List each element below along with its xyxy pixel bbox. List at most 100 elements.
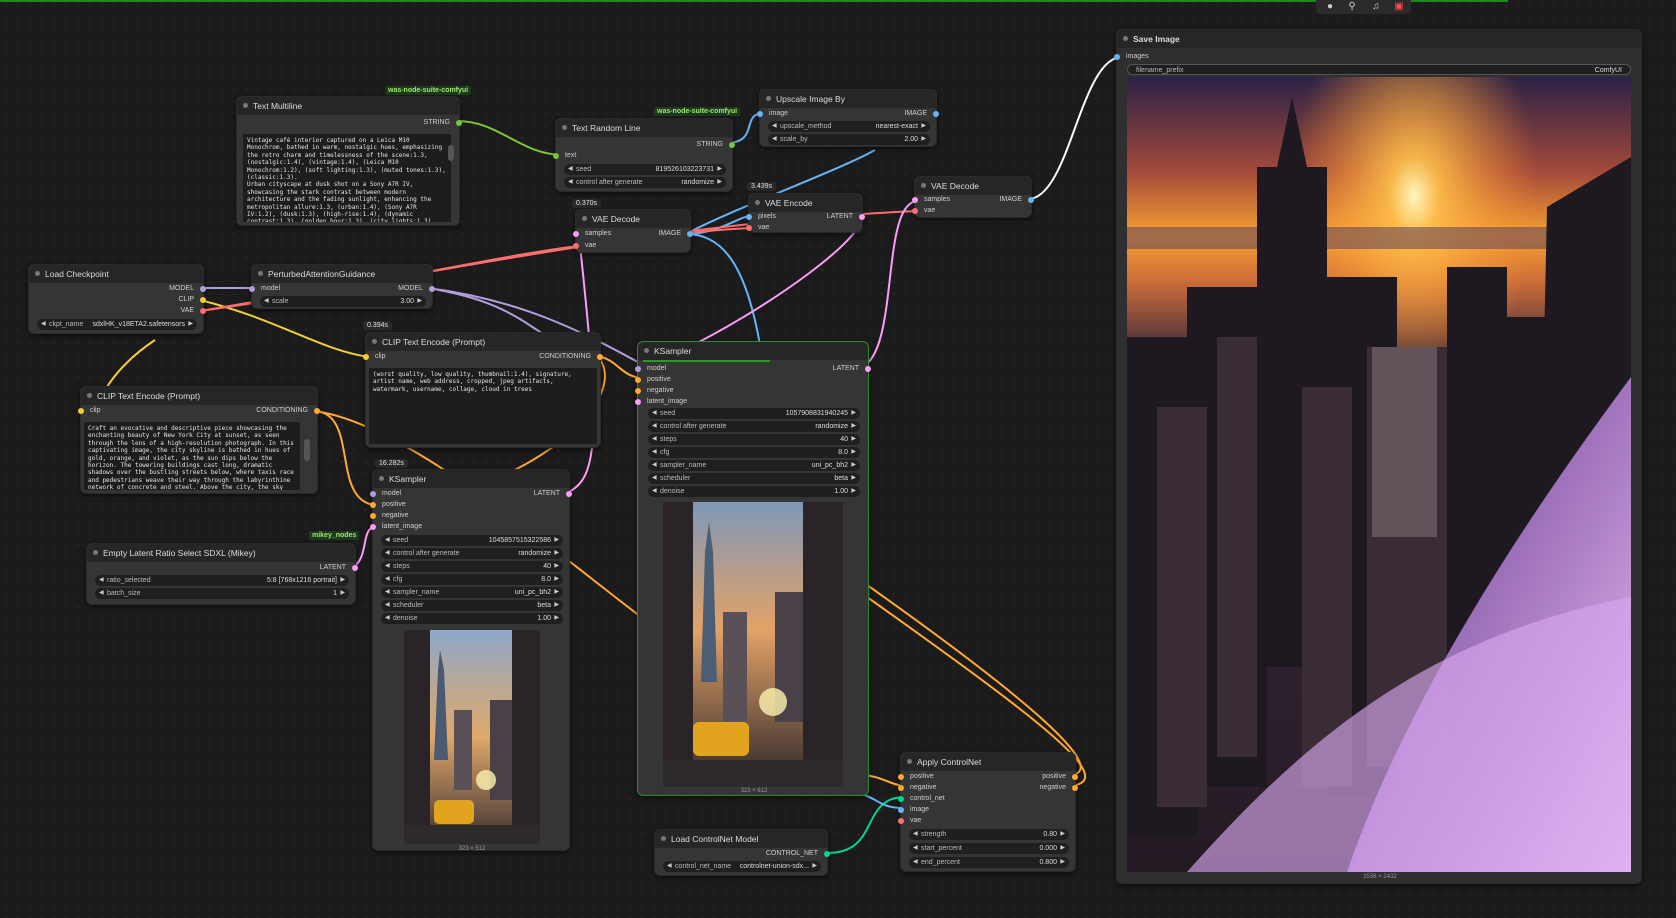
collapse-dot[interactable] — [243, 103, 248, 108]
decrement-arrow-icon[interactable]: ◀ — [385, 613, 390, 624]
node-clip-text-encode-negative[interactable]: CLIP Text Encode (Prompt) clip CONDITION… — [363, 332, 603, 448]
output-image[interactable]: IMAGE — [999, 194, 1034, 206]
node-header[interactable]: VAE Decode — [576, 210, 690, 228]
output-image-preview[interactable] — [1127, 77, 1631, 872]
node-header[interactable]: KSampler — [373, 470, 569, 488]
increment-arrow-icon[interactable]: ▶ — [554, 587, 559, 598]
output-string[interactable]: STRING — [424, 117, 462, 129]
node-ksampler-selected[interactable]: KSampler model positive negative latent_… — [635, 341, 871, 796]
input-vae[interactable]: vae — [912, 205, 935, 217]
node-header[interactable]: Empty Latent Ratio Select SDXL (Mikey) — [87, 544, 355, 562]
slot-port[interactable] — [898, 774, 904, 780]
increment-arrow-icon[interactable]: ▶ — [554, 613, 559, 624]
increment-arrow-icon[interactable]: ▶ — [921, 121, 926, 132]
increment-arrow-icon[interactable]: ▶ — [554, 561, 559, 572]
slot-port[interactable] — [898, 807, 904, 813]
node-header[interactable]: Upscale Image By — [760, 90, 936, 108]
increment-arrow-icon[interactable]: ▶ — [851, 434, 856, 445]
decrement-arrow-icon[interactable]: ◀ — [568, 177, 573, 188]
ratio-selected-widget[interactable]: ◀ ratio_selected 5:8 [768x1216 portrait] ▶ — [95, 575, 349, 586]
input-vae[interactable]: vae — [746, 222, 769, 234]
slot-port[interactable] — [553, 153, 559, 159]
slot-port[interactable] — [912, 208, 918, 214]
input-text[interactable]: text — [553, 150, 576, 162]
slot-port[interactable] — [635, 366, 641, 372]
end-percent-widget[interactable]: ◀ end_percent 0.800 ▶ — [909, 857, 1069, 868]
slot-port[interactable] — [200, 308, 206, 314]
decrement-arrow-icon[interactable]: ◀ — [913, 829, 918, 840]
strength-widget[interactable]: ◀ strength 0.80 ▶ — [909, 829, 1069, 840]
node-clip-text-encode-positive[interactable]: CLIP Text Encode (Prompt) clip CONDITION… — [78, 386, 320, 494]
slot-port[interactable] — [200, 286, 206, 292]
node-header[interactable]: VAE Decode — [915, 177, 1031, 195]
node-empty-latent-ratio-select[interactable]: Empty Latent Ratio Select SDXL (Mikey) L… — [86, 543, 358, 605]
increment-arrow-icon[interactable]: ▶ — [717, 177, 722, 188]
scale-widget[interactable]: ◀ scale 3.00 ▶ — [260, 296, 426, 307]
increment-arrow-icon[interactable]: ▶ — [340, 575, 345, 586]
slot-port[interactable] — [249, 286, 255, 292]
steps-widget[interactable]: ◀ steps 40 ▶ — [648, 434, 860, 445]
collapse-dot[interactable] — [661, 836, 666, 841]
slot-port[interactable] — [314, 408, 320, 414]
increment-arrow-icon[interactable]: ▶ — [717, 164, 722, 175]
decrement-arrow-icon[interactable]: ◀ — [385, 561, 390, 572]
decrement-arrow-icon[interactable]: ◀ — [652, 408, 657, 419]
increment-arrow-icon[interactable]: ▶ — [812, 861, 817, 872]
slot-port[interactable] — [1114, 54, 1120, 60]
input-latent-image[interactable]: latent_image — [370, 521, 422, 533]
scale-by-widget[interactable]: ◀ scale_by 2.00 ▶ — [768, 134, 930, 145]
collapse-dot[interactable] — [644, 348, 649, 353]
decrement-arrow-icon[interactable]: ◀ — [913, 857, 918, 868]
control-after-generate-widget[interactable]: ◀ control after generate randomize ▶ — [381, 548, 563, 559]
node-save-image[interactable]: Save Image images filename_prefix ComfyUI — [1114, 29, 1642, 884]
node-header[interactable]: KSampler — [638, 342, 868, 360]
prompt-textarea[interactable]: Vintage café interior captured on a Leic… — [243, 134, 451, 222]
node-vae-encode[interactable]: VAE Encode pixels vae LATENT — [746, 193, 865, 234]
node-load-controlnet-model[interactable]: Load ControlNet Model CONTROL_NET ◀ contr… — [654, 829, 830, 876]
seed-widget[interactable]: ◀ seed 1045857515322586 ▶ — [381, 535, 563, 546]
increment-arrow-icon[interactable]: ▶ — [1060, 857, 1065, 868]
slot-port[interactable] — [429, 286, 435, 292]
trash-icon[interactable]: ▣ — [1393, 1, 1405, 13]
node-header[interactable]: CLIP Text Encode (Prompt) — [366, 333, 600, 351]
slot-port[interactable] — [352, 565, 358, 571]
slot-port[interactable] — [566, 491, 572, 497]
input-model[interactable]: model — [249, 283, 280, 295]
node-header[interactable]: Apply ControlNet — [901, 753, 1075, 771]
collapse-dot[interactable] — [582, 216, 587, 221]
slot-port[interactable] — [933, 111, 939, 117]
node-apply-controlnet[interactable]: Apply ControlNet positive negative contr… — [898, 752, 1078, 872]
increment-arrow-icon[interactable]: ▶ — [851, 421, 856, 432]
collapse-dot[interactable] — [258, 271, 263, 276]
slot-port[interactable] — [687, 231, 693, 237]
output-conditioning[interactable]: CONDITIONING — [256, 405, 320, 417]
slot-port[interactable] — [635, 399, 641, 405]
output-vae[interactable]: VAE — [181, 305, 206, 317]
decrement-arrow-icon[interactable]: ◀ — [652, 434, 657, 445]
slot-port[interactable] — [1028, 197, 1034, 203]
output-latent[interactable]: LATENT — [320, 562, 358, 574]
scheduler-widget[interactable]: ◀ scheduler beta ▶ — [648, 473, 860, 484]
scrollbar[interactable] — [304, 439, 310, 461]
increment-arrow-icon[interactable]: ▶ — [554, 574, 559, 585]
slot-port[interactable] — [746, 225, 752, 231]
increment-arrow-icon[interactable]: ▶ — [851, 460, 856, 471]
slot-port[interactable] — [635, 388, 641, 394]
denoise-widget[interactable]: ◀ denoise 1.00 ▶ — [381, 613, 563, 624]
batch-size-widget[interactable]: ◀ batch_size 1 ▶ — [95, 588, 349, 599]
decrement-arrow-icon[interactable]: ◀ — [652, 486, 657, 497]
node-header[interactable]: PerturbedAttentionGuidance — [252, 265, 432, 283]
input-vae[interactable]: vae — [573, 240, 596, 252]
decrement-arrow-icon[interactable]: ◀ — [772, 121, 777, 132]
node-perturbed-attention-guidance[interactable]: PerturbedAttentionGuidance model MODEL ◀… — [249, 264, 435, 309]
decrement-arrow-icon[interactable]: ◀ — [385, 600, 390, 611]
slot-port[interactable] — [597, 354, 603, 360]
slot-port[interactable] — [370, 513, 376, 519]
pin-icon[interactable]: ⚲ — [1346, 1, 1358, 13]
decrement-arrow-icon[interactable]: ◀ — [385, 587, 390, 598]
circle-toggle-icon[interactable]: ● — [1324, 1, 1336, 13]
decrement-arrow-icon[interactable]: ◀ — [568, 164, 573, 175]
output-latent[interactable]: LATENT — [534, 488, 572, 500]
decrement-arrow-icon[interactable]: ◀ — [652, 421, 657, 432]
decrement-arrow-icon[interactable]: ◀ — [772, 134, 777, 145]
